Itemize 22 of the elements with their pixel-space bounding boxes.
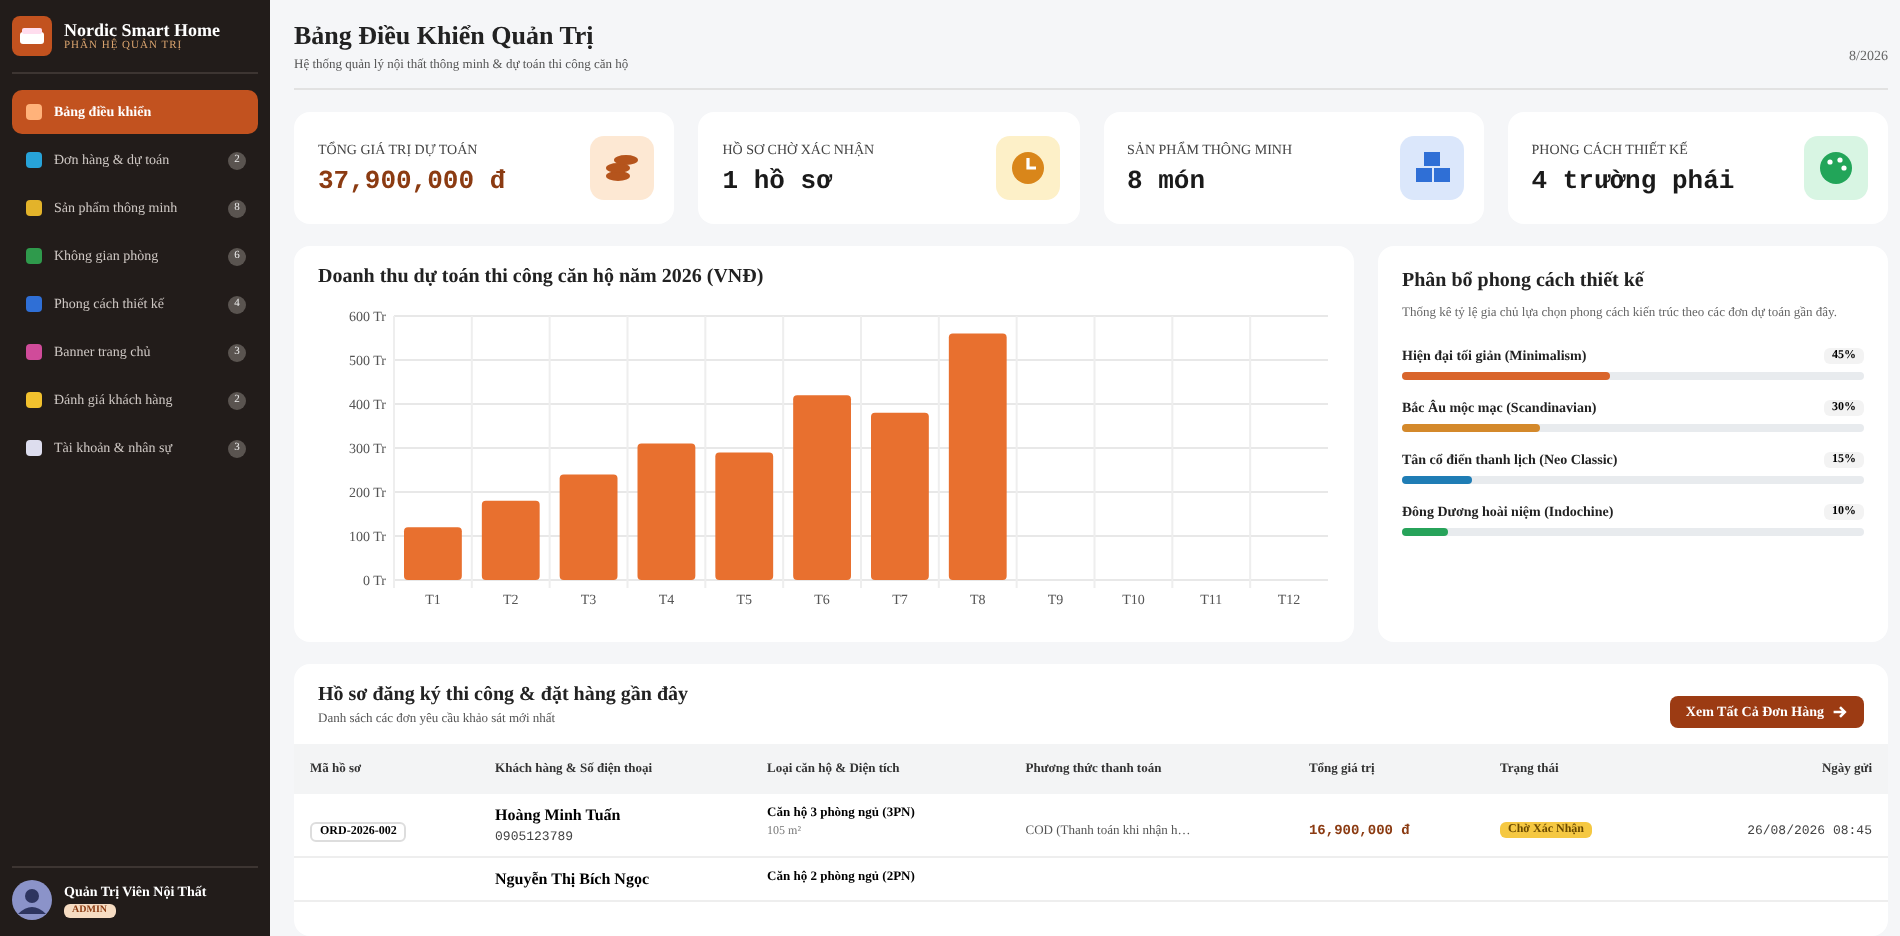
bar [559, 474, 618, 580]
stat-value: 8 món [1127, 165, 1208, 195]
cubes-icon [1399, 136, 1464, 200]
coins-icon [590, 136, 655, 200]
brand-name: Nordic Smart Home [64, 20, 220, 40]
stat-value: 37,900,000 đ [318, 165, 506, 195]
bar [715, 452, 774, 580]
customer-name: Nguyễn Thị Bích Ngọc [495, 870, 652, 888]
arrow-right-icon [1832, 704, 1848, 720]
distribution-title: Phân bổ phong cách thiết kế [1402, 270, 1647, 292]
page-title: Bảng Điều Khiển Quản Trị [294, 20, 596, 52]
clock-icon [995, 136, 1059, 200]
bar [637, 443, 696, 580]
orders-title: Hồ sơ đăng ký thi công & đặt hàng gần đây [318, 684, 689, 706]
chart-title: Doanh thu dự toán thi công căn hộ năm 2026 (VNĐ) [318, 266, 766, 288]
stat-value: 4 trường phái [1531, 165, 1735, 195]
bar [404, 527, 462, 580]
customer-name: Hoàng Minh Tuấn [495, 806, 623, 824]
bar [481, 500, 540, 580]
stat-value: 1 hồ sơ [722, 165, 834, 195]
sofa-logo-icon [12, 16, 52, 56]
avatar-icon [12, 880, 52, 920]
